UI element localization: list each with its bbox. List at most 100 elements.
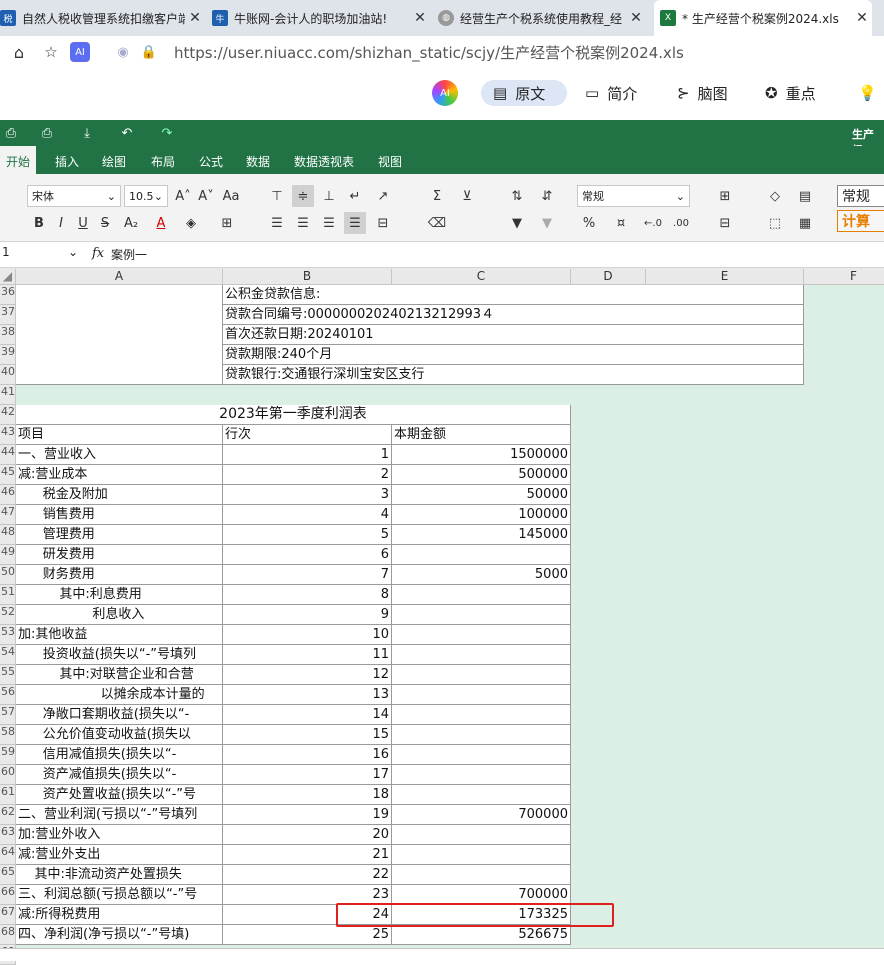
- line-number-cell[interactable]: 4: [223, 505, 392, 525]
- increase-decimal-icon[interactable]: ←.0: [642, 212, 664, 234]
- line-number-cell[interactable]: 15: [223, 725, 392, 745]
- fill-down-icon[interactable]: ⊻: [456, 185, 478, 207]
- line-number-cell[interactable]: 12: [223, 665, 392, 685]
- align-top-icon[interactable]: ⊤: [266, 185, 288, 207]
- more-button[interactable]: 💡分: [858, 80, 884, 106]
- loan-info-cell[interactable]: 首次还款日期:20240101: [223, 325, 804, 345]
- item-cell[interactable]: 以摊余成本计量的: [16, 685, 223, 705]
- browser-tab[interactable]: 税 自然人税收管理系统扣缴客户端 ✕: [0, 0, 205, 36]
- tab-draw[interactable]: 绘图: [102, 153, 126, 170]
- close-icon[interactable]: ✕: [852, 10, 872, 26]
- fx-icon[interactable]: fx: [92, 246, 104, 261]
- sort-descending-icon[interactable]: ⇵: [536, 185, 558, 207]
- row-number[interactable]: 61: [0, 785, 16, 805]
- line-number-cell[interactable]: 1: [223, 445, 392, 465]
- font-shrink-icon[interactable]: A˅: [195, 185, 217, 207]
- table-header-cell[interactable]: 行次: [223, 425, 392, 445]
- row-number[interactable]: 38: [0, 325, 16, 345]
- amount-cell[interactable]: [392, 725, 571, 745]
- fill-color-icon[interactable]: ◈: [180, 212, 202, 234]
- item-cell[interactable]: 研发费用: [16, 545, 223, 565]
- item-cell[interactable]: 其中:非流动资产处置损失: [16, 865, 223, 885]
- row-number[interactable]: 67: [0, 905, 16, 925]
- row-number[interactable]: 57: [0, 705, 16, 725]
- item-cell[interactable]: 其中:对联营企业和合营: [16, 665, 223, 685]
- item-cell[interactable]: 税金及附加: [16, 485, 223, 505]
- decrease-decimal-icon[interactable]: .00: [670, 212, 692, 234]
- line-number-cell[interactable]: 2: [223, 465, 392, 485]
- line-number-cell[interactable]: 22: [223, 865, 392, 885]
- row-number[interactable]: 55: [0, 665, 16, 685]
- row-number[interactable]: 43: [0, 425, 16, 445]
- amount-cell[interactable]: [392, 705, 571, 725]
- ai-icon[interactable]: AI: [70, 42, 90, 62]
- row-number[interactable]: 53: [0, 625, 16, 645]
- row-number[interactable]: 59: [0, 745, 16, 765]
- tab-formulas[interactable]: 公式: [199, 153, 223, 170]
- row-number[interactable]: 56: [0, 685, 16, 705]
- amount-cell[interactable]: [392, 645, 571, 665]
- amount-cell[interactable]: [392, 745, 571, 765]
- delete-cells-icon[interactable]: ⊟: [714, 212, 736, 234]
- align-right-icon[interactable]: ☰: [318, 212, 340, 234]
- strikethrough-icon[interactable]: S: [94, 212, 116, 234]
- tab-data[interactable]: 数据: [246, 153, 270, 170]
- row-number[interactable]: 58: [0, 725, 16, 745]
- row-number[interactable]: 68: [0, 925, 16, 945]
- loan-info-cell[interactable]: 公积金贷款信息:: [223, 285, 804, 305]
- mindmap-button[interactable]: ⊱ 脑图: [677, 80, 728, 106]
- item-cell[interactable]: 加:其他收益: [16, 625, 223, 645]
- clear-icon[interactable]: ⌫: [426, 212, 448, 234]
- amount-cell[interactable]: [392, 625, 571, 645]
- amount-cell[interactable]: 500000: [392, 465, 571, 485]
- row-number[interactable]: 60: [0, 765, 16, 785]
- amount-cell[interactable]: [392, 685, 571, 705]
- row-number[interactable]: 64: [0, 845, 16, 865]
- column-header[interactable]: F: [804, 269, 884, 285]
- row-number[interactable]: 48: [0, 525, 16, 545]
- amount-cell[interactable]: 526675: [392, 925, 571, 945]
- amount-cell[interactable]: [392, 865, 571, 885]
- row-number[interactable]: 49: [0, 545, 16, 565]
- tab-layout[interactable]: 布局: [151, 153, 175, 170]
- row-number[interactable]: 47: [0, 505, 16, 525]
- statement-title[interactable]: 2023年第一季度利润表: [16, 405, 571, 425]
- intro-button[interactable]: ▭ 简介: [585, 80, 637, 106]
- amount-cell[interactable]: [392, 585, 571, 605]
- row-number[interactable]: 66: [0, 885, 16, 905]
- style-normal[interactable]: 常规: [837, 185, 884, 207]
- line-number-cell[interactable]: 14: [223, 705, 392, 725]
- browser-tab[interactable]: ◍ 经营生产个税系统使用教程_经 ✕: [438, 0, 646, 36]
- browser-tab-active[interactable]: X * 生产经营个税案例2024.xls ✕: [654, 0, 872, 36]
- line-number-cell[interactable]: 16: [223, 745, 392, 765]
- loan-info-cell[interactable]: 贷款合同编号:000000020240213212993４: [223, 305, 804, 325]
- item-cell[interactable]: 管理费用: [16, 525, 223, 545]
- align-bottom-icon[interactable]: ⊥: [318, 185, 340, 207]
- line-number-cell[interactable]: 9: [223, 605, 392, 625]
- url-field[interactable]: https://user.niuacc.com/shizhan_static/s…: [174, 42, 684, 63]
- font-size-select[interactable]: 10.5 ⌄: [124, 185, 168, 207]
- item-cell[interactable]: 信用减值损失(损失以“-: [16, 745, 223, 765]
- item-cell[interactable]: 减:营业成本: [16, 465, 223, 485]
- font-family-select[interactable]: 宋体 ⌄: [27, 185, 121, 207]
- ai-assistant-icon[interactable]: AI: [432, 80, 458, 106]
- loan-info-cell[interactable]: 贷款银行:交通银行深圳宝安区支行: [223, 365, 804, 385]
- amount-cell[interactable]: 700000: [392, 885, 571, 905]
- subscript-icon[interactable]: A₂: [120, 212, 142, 234]
- row-number[interactable]: 44: [0, 445, 16, 465]
- tab-pivot[interactable]: 数据透视表: [294, 153, 354, 170]
- format-cells-icon[interactable]: ▤: [794, 185, 816, 207]
- amount-cell[interactable]: 50000: [392, 485, 571, 505]
- line-number-cell[interactable]: 13: [223, 685, 392, 705]
- item-cell[interactable]: 一、营业收入: [16, 445, 223, 465]
- amount-cell[interactable]: [392, 845, 571, 865]
- line-number-cell[interactable]: 7: [223, 565, 392, 585]
- line-number-cell[interactable]: 5: [223, 525, 392, 545]
- select-icon[interactable]: ⬚: [764, 212, 786, 234]
- item-cell[interactable]: 资产处置收益(损失以“-”号: [16, 785, 223, 805]
- item-cell[interactable]: 公允价值变动收益(损失以: [16, 725, 223, 745]
- item-cell[interactable]: 加:营业外收入: [16, 825, 223, 845]
- line-number-cell[interactable]: 25: [223, 925, 392, 945]
- line-number-cell[interactable]: 17: [223, 765, 392, 785]
- line-number-cell[interactable]: 19: [223, 805, 392, 825]
